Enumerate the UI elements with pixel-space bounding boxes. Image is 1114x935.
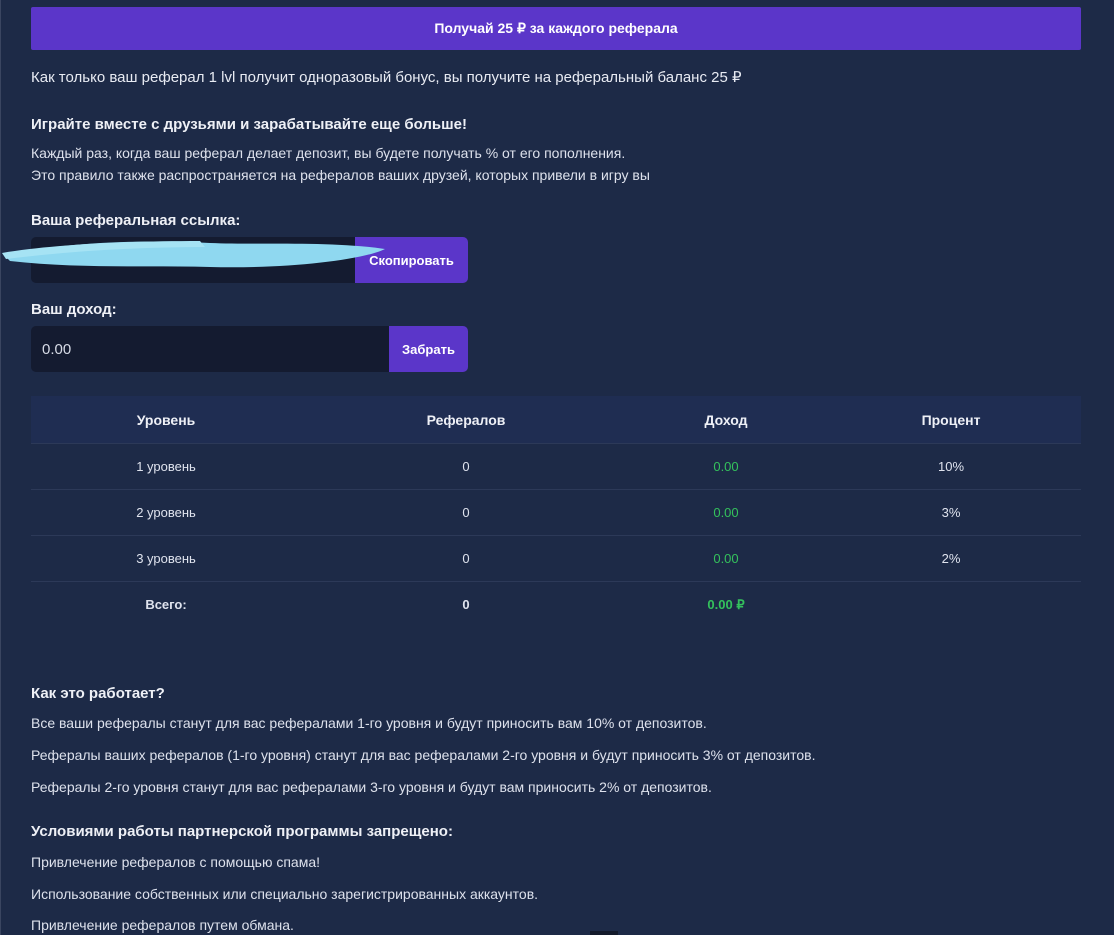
percent-cell: 3%	[821, 489, 1081, 536]
table-row: 2 уровень 0 0.00 3%	[31, 489, 1081, 536]
table-row: 3 уровень 0 0.00 2%	[31, 535, 1081, 582]
total-income: 0.00 ₽	[631, 581, 821, 627]
referral-link-label: Ваша реферальная ссылка:	[31, 212, 241, 229]
income-field[interactable]: 0.00	[31, 326, 389, 372]
total-label: Всего:	[31, 581, 301, 627]
scroll-indicator	[590, 931, 618, 935]
referrals-cell: 0	[301, 535, 631, 582]
income-value: 0.00	[42, 340, 72, 358]
forbidden-line-1: Привлечение рефералов с помощью спама!	[31, 854, 321, 870]
referral-levels-table: Уровень Рефералов Доход Процент 1 уровен…	[31, 396, 1081, 627]
claim-button-label: Забрать	[402, 341, 455, 357]
table-header-row: Уровень Рефералов Доход Процент	[31, 396, 1081, 444]
income-cell: 0.00	[631, 489, 821, 536]
play-together-line-2: Это правило также распространяется на ре…	[31, 167, 650, 183]
referrals-cell: 0	[301, 443, 631, 490]
total-referrals: 0	[301, 581, 631, 627]
referral-link-field[interactable]	[2, 237, 385, 283]
how-it-works-line-1: Все ваши рефералы станут для вас реферал…	[31, 715, 707, 731]
income-label: Ваш доход:	[31, 301, 117, 318]
intro-text: Как только ваш реферал 1 lvl получит одн…	[31, 69, 742, 86]
percent-cell: 10%	[821, 443, 1081, 490]
forbidden-line-2: Использование собственных или специально…	[31, 886, 539, 902]
forbidden-title: Условиями работы партнерской программы з…	[31, 823, 453, 840]
header-referrals: Рефералов	[301, 396, 631, 444]
income-cell: 0.00	[631, 443, 821, 490]
how-it-works-line-2: Рефералы ваших рефералов (1-го уровня) с…	[31, 747, 816, 763]
referrals-cell: 0	[301, 489, 631, 536]
level-cell: 3 уровень	[31, 535, 301, 582]
referral-bonus-banner: Получай 25 ₽ за каждого реферала	[31, 7, 1081, 50]
banner-label: Получай 25 ₽ за каждого реферала	[434, 20, 678, 36]
header-percent: Процент	[821, 396, 1081, 444]
table-row: 1 уровень 0 0.00 10%	[31, 443, 1081, 490]
how-it-works-title: Как это работает?	[31, 685, 165, 702]
level-cell: 1 уровень	[31, 443, 301, 490]
income-row: 0.00 Забрать	[31, 326, 468, 372]
percent-cell: 2%	[821, 535, 1081, 582]
income-cell: 0.00	[631, 535, 821, 582]
claim-income-button[interactable]: Забрать	[389, 326, 468, 372]
header-income: Доход	[631, 396, 821, 444]
total-percent-empty	[821, 581, 1081, 627]
how-it-works-line-3: Рефералы 2-го уровня станут для вас рефе…	[31, 779, 712, 795]
forbidden-line-3: Привлечение рефералов путем обмана.	[31, 917, 294, 933]
header-level: Уровень	[31, 396, 301, 444]
referral-link-row: Скопировать	[2, 237, 468, 283]
level-cell: 2 уровень	[31, 489, 301, 536]
redaction-scribble	[2, 241, 385, 268]
table-total-row: Всего: 0 0.00 ₽	[31, 581, 1081, 627]
play-together-title: Играйте вместе с друзьями и зарабатывайт…	[31, 116, 467, 133]
play-together-line-1: Каждый раз, когда ваш реферал делает деп…	[31, 145, 626, 161]
